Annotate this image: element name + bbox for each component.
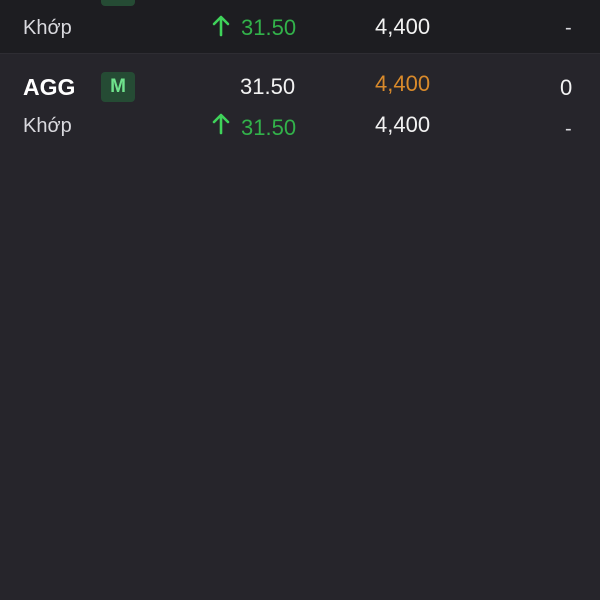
market-badge — [101, 0, 135, 6]
match-extra: - — [565, 118, 572, 140]
order-value: 0 — [560, 75, 573, 100]
match-price: 31.50 — [241, 115, 297, 140]
order-row-previous[interactable]: Khớp 31.50 4,400 - — [0, 0, 600, 54]
match-label: Khớp — [23, 115, 72, 137]
order-list-screen: Khớp 31.50 4,400 - AGG M 31.50 4,400 0 K… — [0, 0, 600, 600]
match-volume: 4,400 — [375, 14, 431, 39]
market-badge-label: M — [110, 76, 126, 97]
order-row-agg[interactable]: AGG M 31.50 4,400 0 Khớp 31.50 4,400 - — [0, 54, 600, 154]
arrow-up-icon — [212, 15, 230, 37]
match-price: 31.50 — [241, 15, 297, 40]
order-price: 31.50 — [240, 74, 296, 99]
match-volume: 4,400 — [375, 112, 431, 137]
match-label: Khớp — [23, 17, 72, 39]
stock-symbol: AGG — [23, 74, 76, 100]
arrow-up-icon — [212, 113, 230, 135]
market-badge: M — [101, 72, 135, 102]
order-volume: 4,400 — [375, 71, 431, 96]
match-extra: - — [565, 17, 572, 39]
